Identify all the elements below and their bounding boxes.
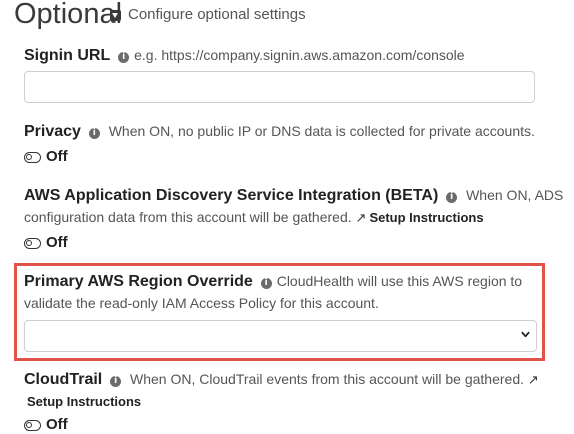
signin-url-label: Signin URL bbox=[24, 47, 111, 64]
toggle-off-icon[interactable] bbox=[24, 237, 41, 249]
privacy-hint: When ON, no public IP or DNS data is col… bbox=[108, 123, 535, 139]
cloudtrail-toggle-state: Off bbox=[46, 416, 68, 433]
chevron-down-icon bbox=[521, 331, 530, 338]
ads-label-row: AWS Application Discovery Service Integr… bbox=[24, 185, 563, 206]
section-subtitle-row[interactable]: Configure optional settings bbox=[110, 5, 306, 25]
cloudtrail-hint: When ON, CloudTrail events from this acc… bbox=[130, 371, 525, 387]
cloudtrail-label-row: CloudTrail i When ON, CloudTrail events … bbox=[24, 369, 542, 391]
section-title: Optional bbox=[14, 0, 123, 30]
info-icon: i bbox=[118, 52, 130, 63]
info-icon: i bbox=[260, 278, 272, 289]
cloudtrail-link-row: Setup Instructions bbox=[27, 391, 141, 412]
region-override-hint-line2: validate the read-only IAM Access Policy… bbox=[24, 295, 379, 311]
info-icon: i bbox=[446, 192, 458, 203]
section-subtitle: Configure optional settings bbox=[128, 6, 306, 23]
ads-setup-link[interactable]: Setup Instructions bbox=[369, 210, 483, 225]
info-icon: i bbox=[88, 128, 100, 139]
external-link-icon[interactable]: ↗ bbox=[356, 209, 367, 229]
privacy-toggle-state: Off bbox=[46, 148, 68, 165]
toggle-off-icon[interactable] bbox=[24, 419, 41, 431]
cloudtrail-toggle[interactable]: Off bbox=[24, 416, 68, 434]
region-override-label-row: Primary AWS Region Override i CloudHealth… bbox=[24, 271, 522, 292]
signin-url-label-row: Signin URL i e.g. https://company.signin.… bbox=[24, 45, 465, 66]
ads-toggle[interactable]: Off bbox=[24, 234, 68, 252]
ads-hint-row: configuration data from this account wil… bbox=[24, 207, 484, 229]
signin-url-hint: e.g. https://company.signin.aws.amazon.c… bbox=[134, 47, 465, 63]
external-link-icon[interactable]: ↗ bbox=[528, 371, 539, 391]
region-override-hint-row: validate the read-only IAM Access Policy… bbox=[24, 293, 379, 313]
info-icon: i bbox=[110, 376, 122, 387]
ads-hint-line2: configuration data from this account wil… bbox=[24, 209, 352, 225]
cloudtrail-setup-link[interactable]: Setup Instructions bbox=[27, 394, 141, 409]
caret-down-box-icon[interactable] bbox=[110, 9, 121, 21]
toggle-off-icon[interactable] bbox=[24, 151, 41, 163]
region-override-label: Primary AWS Region Override bbox=[24, 273, 253, 290]
cloudtrail-label: CloudTrail bbox=[24, 371, 103, 388]
ads-toggle-state: Off bbox=[46, 234, 68, 251]
ads-hint-line1: When ON, ADS bbox=[466, 187, 564, 203]
privacy-label: Privacy bbox=[24, 123, 81, 140]
privacy-toggle[interactable]: Off bbox=[24, 148, 68, 166]
signin-url-input[interactable] bbox=[24, 71, 535, 103]
region-override-hint-line1: CloudHealth will use this AWS region to bbox=[276, 273, 523, 289]
privacy-label-row: Privacy i When ON, no public IP or DNS d… bbox=[24, 121, 535, 142]
ads-label: AWS Application Discovery Service Integr… bbox=[24, 187, 439, 204]
region-override-select[interactable] bbox=[24, 320, 537, 352]
